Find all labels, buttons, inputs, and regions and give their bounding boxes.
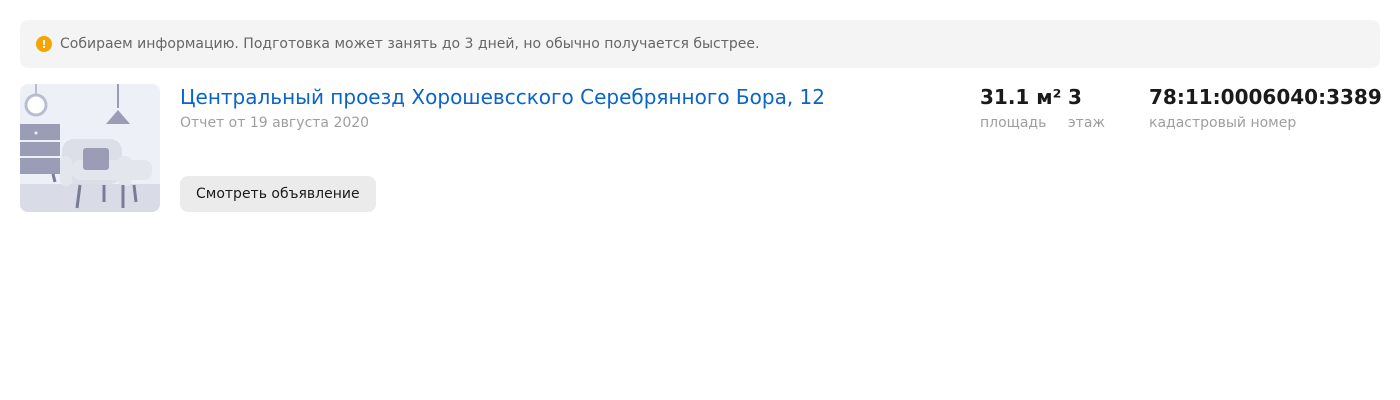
stat-cadastral-value: 78:11:0006040:3389: [1149, 85, 1382, 109]
stat-floor-value: 3: [1068, 85, 1082, 109]
info-notice: ! Собираем информацию. Подготовка может …: [20, 20, 1380, 68]
stat-floor: 3 этаж: [1068, 84, 1105, 131]
view-listing-button[interactable]: Смотреть объявление: [180, 176, 376, 212]
report-address-link[interactable]: Центральный проезд Хорошевсского Серебря…: [180, 84, 825, 110]
stat-floor-label: этаж: [1068, 115, 1106, 131]
report-date: Отчет от 19 августа 2020: [180, 115, 370, 131]
room-illustration-icon[interactable]: [20, 84, 160, 212]
notice-text: Собираем информацию. Подготовка может за…: [60, 36, 760, 52]
stat-cadastral: 78:11:0006040:3389 кадастровый номер: [1149, 84, 1382, 131]
stat-cadastral-label: кадастровый номер: [1149, 115, 1297, 131]
stat-area-label: площадь: [980, 115, 1047, 131]
exclamation-icon: !: [36, 36, 52, 52]
stat-area: 31.1 м² площадь: [980, 84, 1061, 131]
report-card: Центральный проезд Хорошевсского Серебря…: [20, 84, 1382, 212]
stat-area-value: 31.1 м²: [980, 85, 1062, 109]
